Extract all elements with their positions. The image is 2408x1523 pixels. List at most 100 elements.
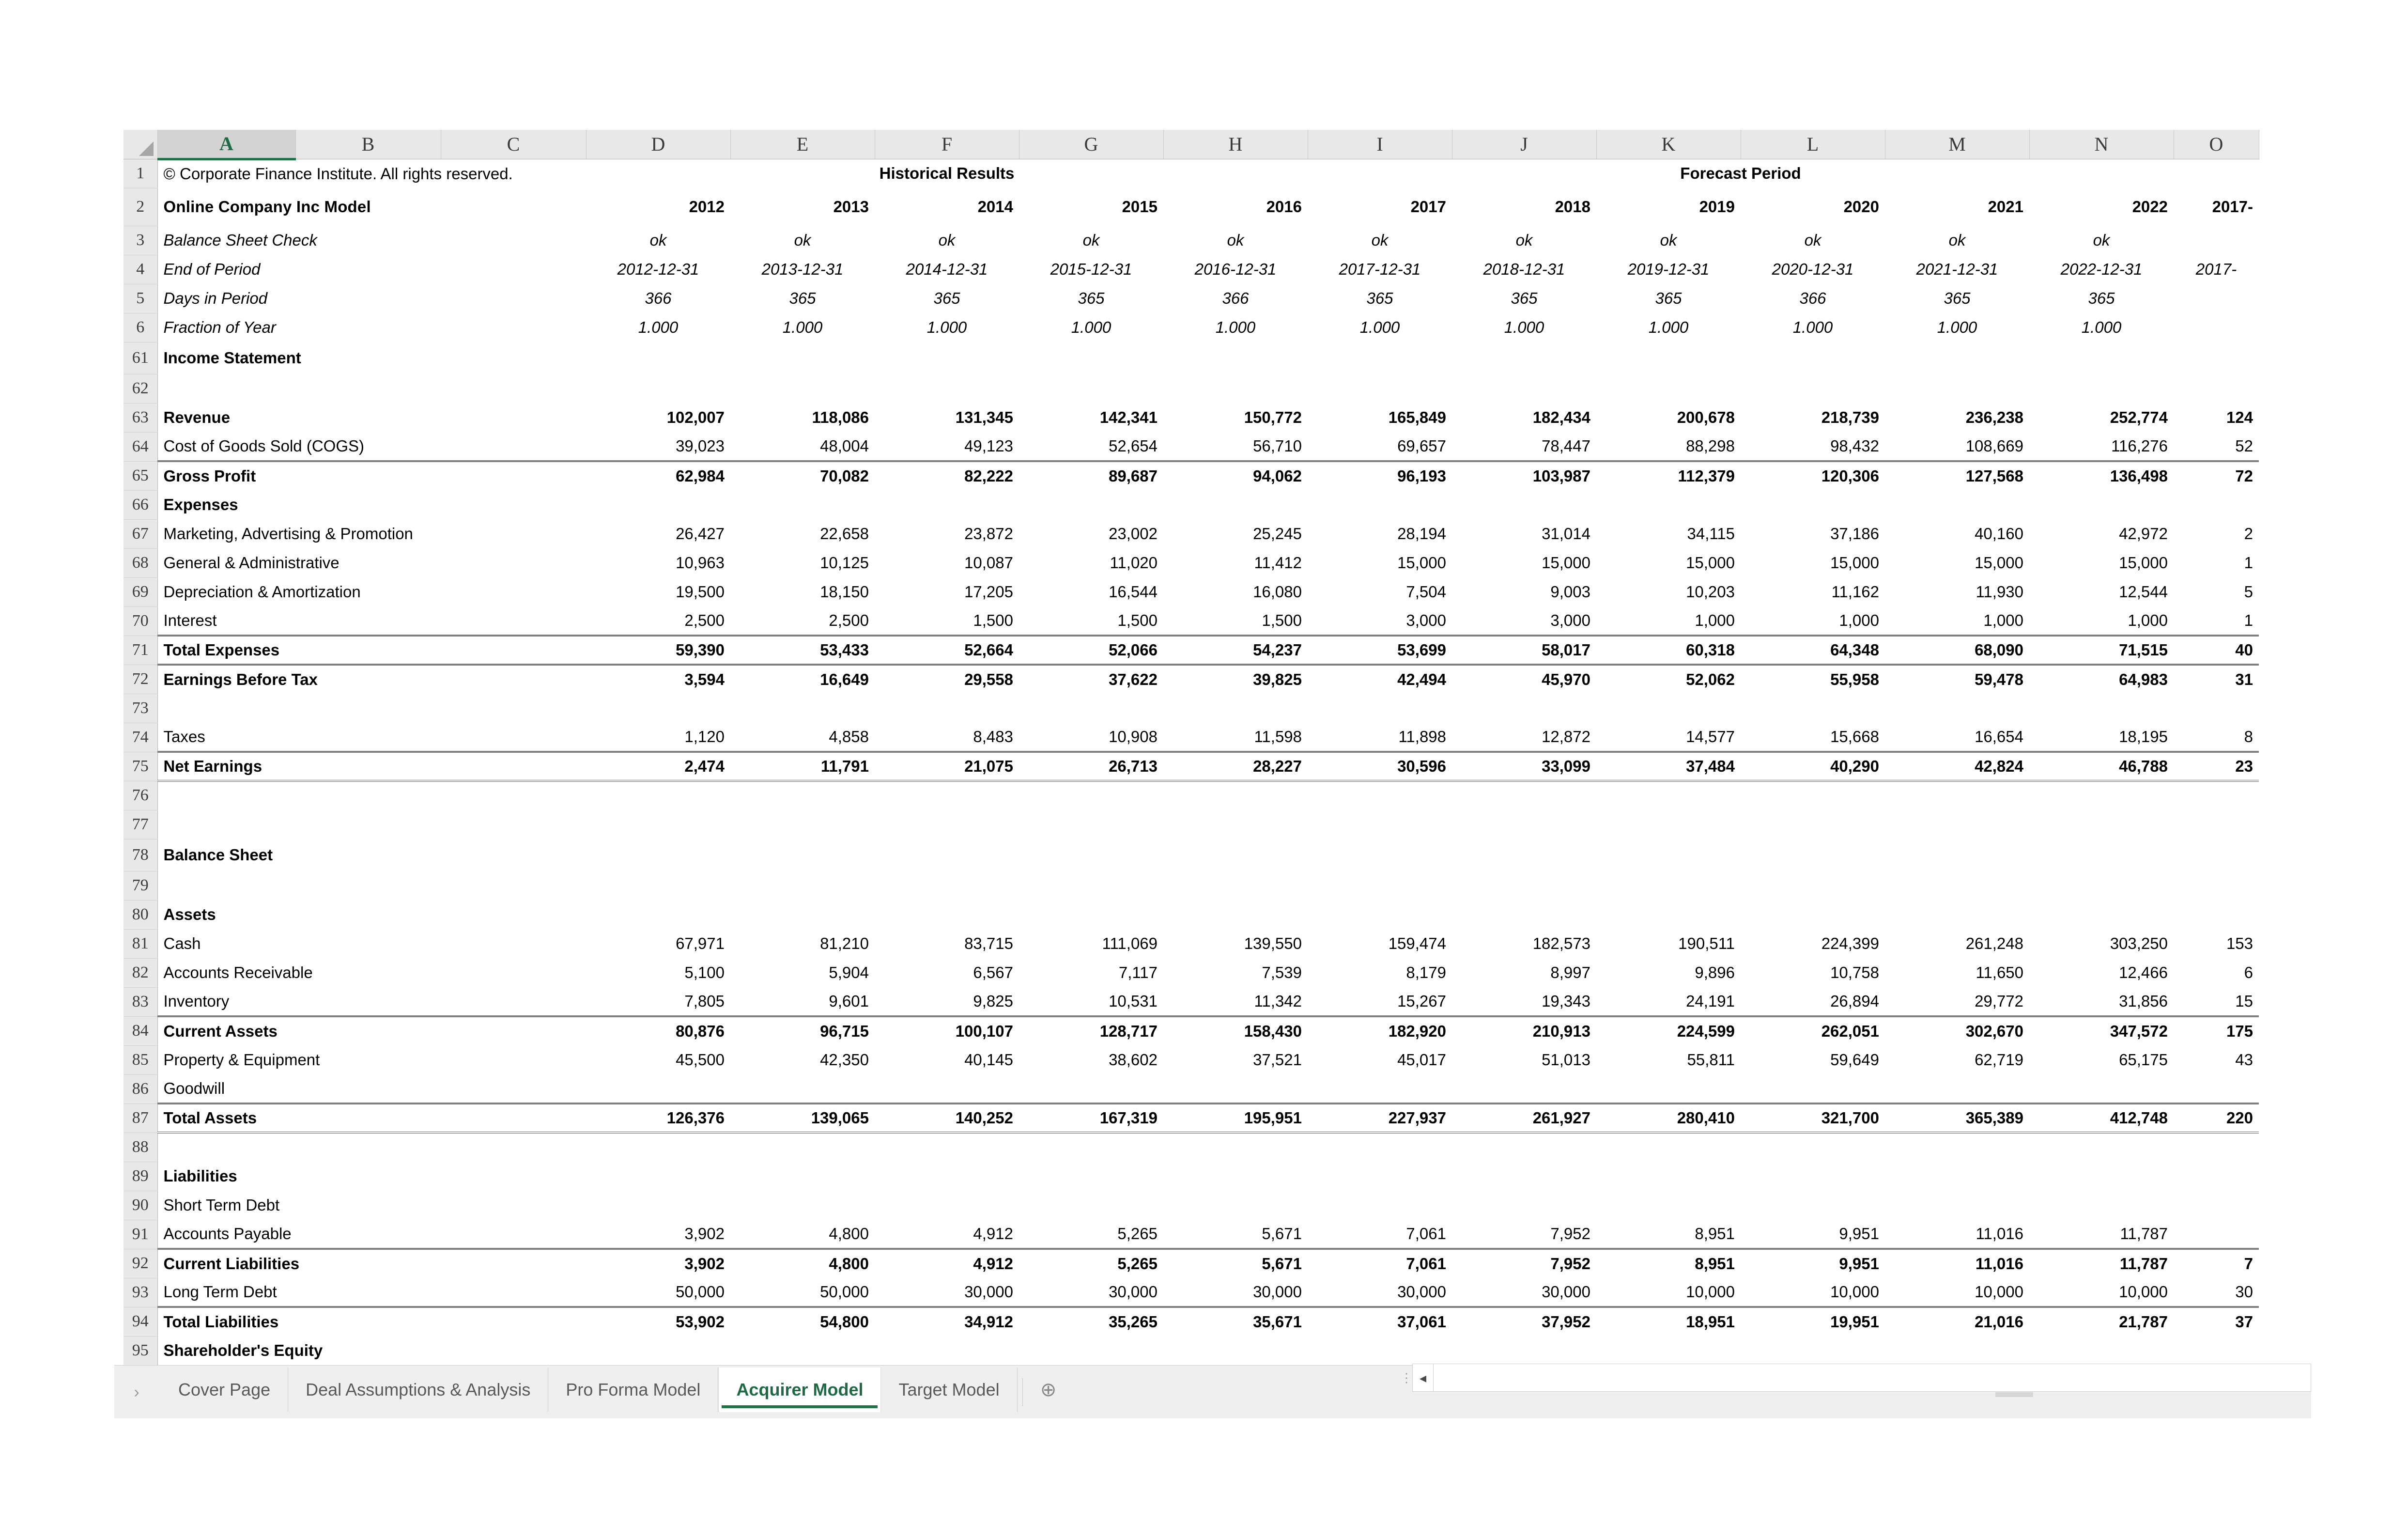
cell-value[interactable]: 1,500 — [875, 606, 1019, 636]
cell-value[interactable] — [2029, 1191, 2174, 1220]
cell-value[interactable]: 98,432 — [1741, 432, 1885, 461]
cell-value[interactable]: 42,972 — [2029, 519, 2174, 548]
cell-value-cutoff[interactable] — [2174, 1133, 2259, 1162]
cell-value[interactable]: 365 — [875, 284, 1019, 313]
cell-value[interactable] — [730, 1162, 875, 1191]
cell-value[interactable]: 3,902 — [586, 1220, 730, 1249]
cell-value[interactable]: 50,000 — [730, 1278, 875, 1307]
row-header[interactable]: 61 — [123, 342, 158, 374]
cell-value[interactable]: 7,539 — [1163, 958, 1308, 987]
row-label-empty[interactable] — [157, 781, 586, 810]
cell-value[interactable] — [1452, 871, 1596, 900]
cell-value[interactable]: 182,434 — [1452, 403, 1596, 432]
cell-value[interactable]: 7,952 — [1452, 1220, 1596, 1249]
cell-value[interactable]: 1.000 — [730, 313, 875, 342]
cell-value[interactable] — [1019, 871, 1163, 900]
cell-value[interactable] — [875, 374, 1019, 403]
cell-value[interactable]: 34,115 — [1596, 519, 1741, 548]
cell-value[interactable]: 8,951 — [1596, 1248, 1741, 1278]
row-header[interactable]: 2 — [123, 188, 158, 226]
tab-nav-prev-icon[interactable]: › — [121, 1377, 152, 1407]
cell-value[interactable] — [1741, 1133, 1885, 1162]
cell-value[interactable]: 11,930 — [1885, 577, 2029, 606]
cell-value[interactable]: 112,379 — [1596, 460, 1741, 490]
cell-value[interactable] — [875, 490, 1019, 519]
cell-value[interactable]: 11,162 — [1741, 577, 1885, 606]
cell-value[interactable]: 1,120 — [586, 723, 730, 752]
cell-value[interactable] — [1163, 1191, 1308, 1220]
cell-value-cutoff[interactable] — [2174, 694, 2259, 723]
add-sheet-icon[interactable]: ⊕ — [1028, 1368, 1069, 1412]
row-header[interactable]: 81 — [123, 929, 158, 959]
cell-value[interactable]: 70,082 — [730, 460, 875, 490]
cell-value[interactable]: 227,937 — [1308, 1103, 1452, 1134]
cell-value[interactable]: 11,020 — [1019, 548, 1163, 577]
cell-value[interactable]: 1.000 — [2029, 313, 2174, 342]
cell-value[interactable]: 30,000 — [1452, 1278, 1596, 1307]
cell-value[interactable]: 280,410 — [1596, 1103, 1741, 1134]
cell-value[interactable]: 56,710 — [1163, 432, 1308, 461]
row-label-accounts-payable[interactable]: Accounts Payable — [157, 1220, 586, 1249]
cell-value[interactable]: 12,466 — [2029, 958, 2174, 987]
cell-value[interactable]: 365 — [1885, 284, 2029, 313]
cell-value[interactable] — [1885, 871, 2029, 900]
cell-value[interactable] — [2029, 1074, 2174, 1103]
cell-value[interactable]: 365 — [1019, 284, 1163, 313]
row-label-total-liabilities[interactable]: Total Liabilities — [157, 1306, 586, 1336]
cell-value[interactable]: 100,107 — [875, 1015, 1019, 1045]
cell-value[interactable] — [1452, 900, 1596, 929]
cell-value[interactable]: 51,013 — [1452, 1045, 1596, 1074]
cell-value[interactable]: 10,531 — [1019, 987, 1163, 1016]
row-header[interactable]: 72 — [123, 665, 158, 694]
cell-value[interactable]: 150,772 — [1163, 403, 1308, 432]
cell-value[interactable]: 37,952 — [1452, 1306, 1596, 1336]
cell-value[interactable]: 5,671 — [1163, 1248, 1308, 1278]
cell-value[interactable]: 3,000 — [1308, 606, 1452, 636]
cell-value-cutoff[interactable]: 175 — [2174, 1015, 2259, 1045]
cell-value[interactable]: 37,622 — [1019, 664, 1163, 694]
cell-value[interactable]: 7,061 — [1308, 1248, 1452, 1278]
cell-value[interactable]: 365 — [1596, 284, 1741, 313]
row-header[interactable]: 78 — [123, 839, 158, 871]
cell-value[interactable] — [1163, 694, 1308, 723]
column-header-j[interactable]: J — [1452, 130, 1597, 159]
cell-value[interactable]: 18,951 — [1596, 1306, 1741, 1336]
cell-value[interactable] — [586, 490, 730, 519]
cell-value[interactable]: 52,664 — [875, 635, 1019, 665]
cell-value-cutoff[interactable] — [2174, 1162, 2259, 1191]
cell-value[interactable] — [586, 694, 730, 723]
cell-value[interactable]: 16,649 — [730, 664, 875, 694]
cell-value[interactable] — [1452, 1074, 1596, 1103]
row-header[interactable]: 4 — [123, 255, 158, 284]
cell-value[interactable] — [1019, 694, 1163, 723]
cell-value[interactable]: 5,100 — [586, 958, 730, 987]
cell-value[interactable]: 40,160 — [1885, 519, 2029, 548]
cell-value[interactable] — [1596, 374, 1741, 403]
cell-value[interactable]: 11,412 — [1163, 548, 1308, 577]
cell-value[interactable]: 10,000 — [1885, 1278, 2029, 1307]
cell-value[interactable]: 21,016 — [1885, 1306, 2029, 1336]
row-label-days-in-period[interactable]: Days in Period — [157, 284, 586, 313]
cell-value-cutoff[interactable] — [2174, 810, 2259, 839]
row-header[interactable]: 95 — [123, 1336, 158, 1366]
row-header[interactable]: 69 — [123, 577, 158, 607]
cell-value[interactable]: 64,983 — [2029, 664, 2174, 694]
cell-value-cutoff[interactable]: 40 — [2174, 635, 2259, 665]
cell-value[interactable]: 68,090 — [1885, 635, 2029, 665]
cell-value[interactable]: 365 — [730, 284, 875, 313]
cell-value[interactable] — [1741, 810, 1885, 839]
cell-value[interactable] — [2029, 1336, 2174, 1365]
cell-value[interactable]: 262,051 — [1741, 1015, 1885, 1045]
cell-value[interactable]: 6,567 — [875, 958, 1019, 987]
cell-value[interactable]: 15,000 — [1885, 548, 2029, 577]
cell-value[interactable] — [1019, 1336, 1163, 1365]
cell-value[interactable]: 412,748 — [2029, 1103, 2174, 1134]
cell-value[interactable]: 10,000 — [1596, 1278, 1741, 1307]
row-header[interactable]: 70 — [123, 606, 158, 636]
cell-value[interactable] — [2029, 900, 2174, 929]
sheet-tab-target-model[interactable]: Target Model — [881, 1368, 1018, 1412]
cell-value[interactable]: 53,433 — [730, 635, 875, 665]
cell-value[interactable]: 1,000 — [1741, 606, 1885, 636]
row-label-shareholder-s-equity[interactable]: Shareholder's Equity — [157, 1336, 586, 1365]
column-header-l[interactable]: L — [1741, 130, 1885, 159]
